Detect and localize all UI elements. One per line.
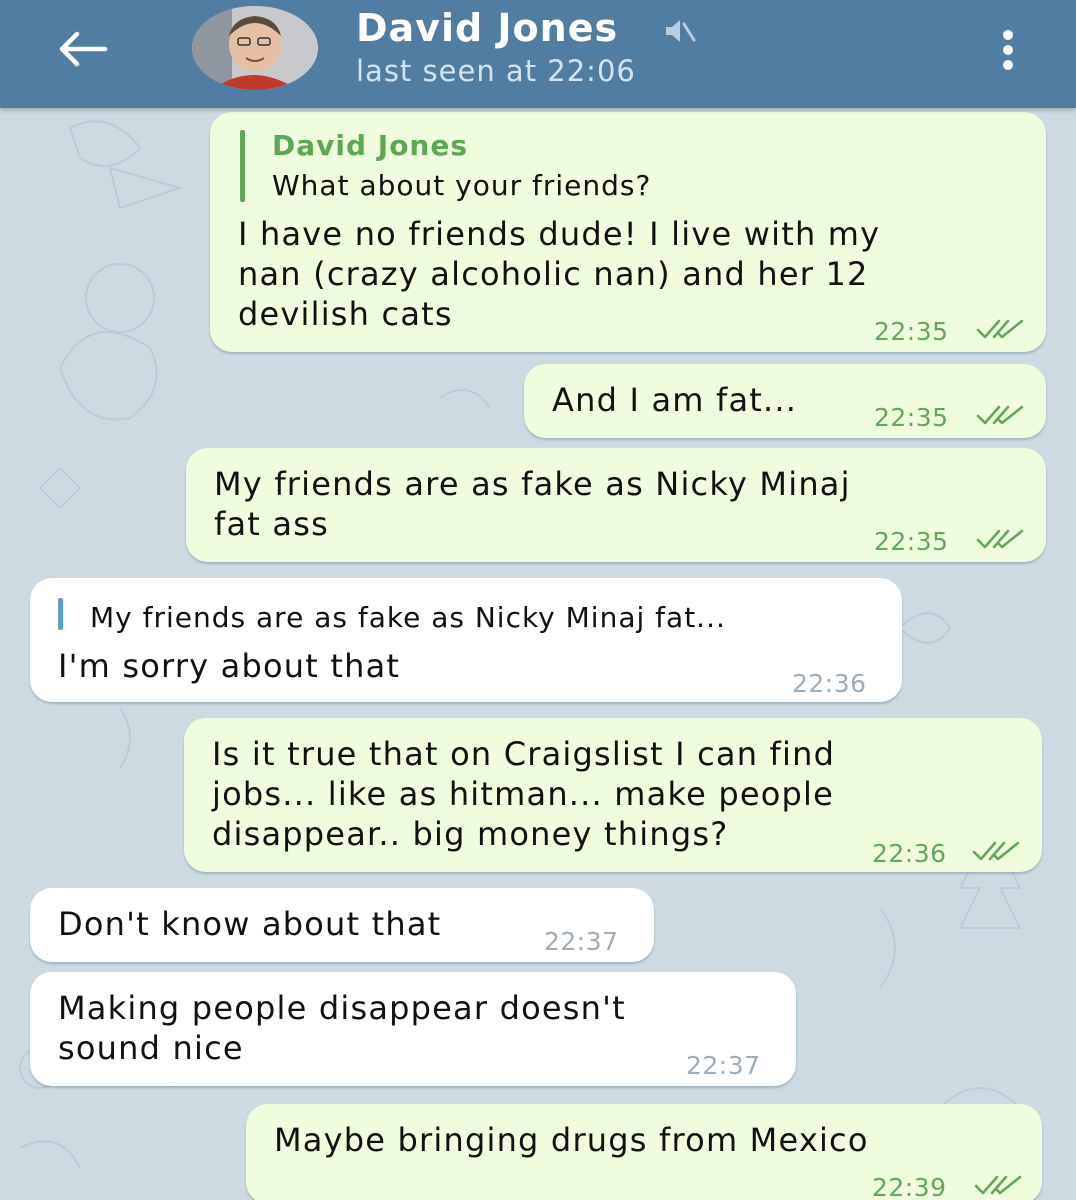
message-time: 22:36 bbox=[792, 669, 867, 698]
message-incoming[interactable]: Making people disappear doesn't sound ni… bbox=[30, 972, 796, 1086]
message-outgoing[interactable]: David Jones What about your friends? I h… bbox=[210, 112, 1046, 352]
message-text: And I am fat... bbox=[552, 381, 798, 419]
message-time: 22:37 bbox=[686, 1051, 761, 1080]
message-text: Maybe bringing drugs from Mexico bbox=[274, 1121, 869, 1159]
message-time: 22:37 bbox=[544, 927, 619, 956]
back-button[interactable] bbox=[48, 22, 118, 76]
contact-avatar[interactable] bbox=[192, 6, 318, 90]
message-time: 22:35 bbox=[874, 317, 949, 346]
message-outgoing[interactable]: And I am fat... 22:35 bbox=[524, 364, 1046, 438]
reply-quoted-text: My friends are as fake as Nicky Minaj fa… bbox=[90, 601, 726, 634]
double-check-icon bbox=[976, 405, 1024, 425]
message-outgoing[interactable]: My friends are as fake as Nicky Minaj fa… bbox=[186, 448, 1046, 562]
message-text: I'm sorry about that bbox=[58, 647, 401, 685]
reply-quoted-text: What about your friends? bbox=[272, 169, 652, 202]
message-incoming[interactable]: My friends are as fake as Nicky Minaj fa… bbox=[30, 578, 902, 702]
more-vertical-icon bbox=[1003, 30, 1013, 40]
reply-quote-bar bbox=[58, 598, 63, 630]
double-check-icon bbox=[974, 1175, 1022, 1195]
muted-icon bbox=[666, 20, 696, 42]
message-incoming[interactable]: Don't know about that 22:37 bbox=[30, 888, 654, 962]
contact-name[interactable]: David Jones bbox=[356, 6, 618, 50]
message-time: 22:35 bbox=[874, 403, 949, 432]
reply-quote-bar bbox=[240, 130, 245, 202]
message-text: Making people disappear doesn't sound ni… bbox=[58, 989, 626, 1067]
chat-header: David Jones last seen at 22:06 bbox=[0, 0, 1076, 108]
last-seen-status: last seen at 22:06 bbox=[356, 54, 636, 88]
message-time: 22:36 bbox=[872, 839, 947, 868]
message-time: 22:35 bbox=[874, 527, 949, 556]
message-time: 22:39 bbox=[872, 1173, 947, 1200]
more-options-button[interactable] bbox=[990, 24, 1026, 76]
back-arrow-icon bbox=[59, 31, 108, 67]
avatar-photo bbox=[192, 6, 318, 90]
message-outgoing[interactable]: Maybe bringing drugs from Mexico 22:39 bbox=[246, 1104, 1042, 1200]
message-text: My friends are as fake as Nicky Minaj fa… bbox=[214, 465, 851, 543]
double-check-icon bbox=[976, 319, 1024, 339]
double-check-icon bbox=[976, 529, 1024, 549]
message-outgoing[interactable]: Is it true that on Craigslist I can find… bbox=[184, 718, 1042, 872]
reply-sender-name: David Jones bbox=[272, 129, 469, 162]
message-text: Don't know about that bbox=[58, 905, 442, 943]
double-check-icon bbox=[972, 841, 1020, 861]
message-text: Is it true that on Craigslist I can find… bbox=[212, 735, 836, 853]
